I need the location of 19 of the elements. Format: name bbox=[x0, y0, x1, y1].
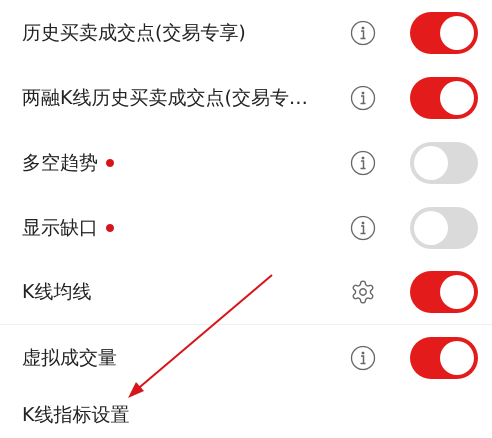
setting-label: 两融K线历史买卖成交点(交易专… bbox=[22, 86, 308, 110]
setting-label: 历史买卖成交点(交易专享) bbox=[22, 20, 246, 46]
toggle-switch[interactable] bbox=[410, 336, 478, 378]
setting-label: K线均线 bbox=[22, 280, 92, 305]
info-icon[interactable] bbox=[350, 150, 376, 176]
setting-label: 显示缺口 bbox=[22, 216, 98, 240]
settings-icon[interactable] bbox=[350, 279, 376, 305]
info-icon[interactable] bbox=[350, 84, 376, 110]
toggle-switch[interactable] bbox=[410, 12, 478, 54]
toggle-switch[interactable] bbox=[410, 76, 478, 118]
toggle-switch[interactable] bbox=[410, 271, 478, 313]
section-header: K线指标设置 bbox=[22, 404, 130, 426]
toggle-switch[interactable] bbox=[410, 142, 478, 184]
info-icon[interactable] bbox=[350, 344, 376, 370]
toggle-switch[interactable] bbox=[410, 206, 478, 248]
setting-label: 虚拟成交量 bbox=[22, 346, 117, 370]
info-icon[interactable] bbox=[350, 214, 376, 240]
setting-label: 多空趋势 bbox=[22, 150, 98, 176]
info-icon[interactable] bbox=[350, 20, 376, 46]
